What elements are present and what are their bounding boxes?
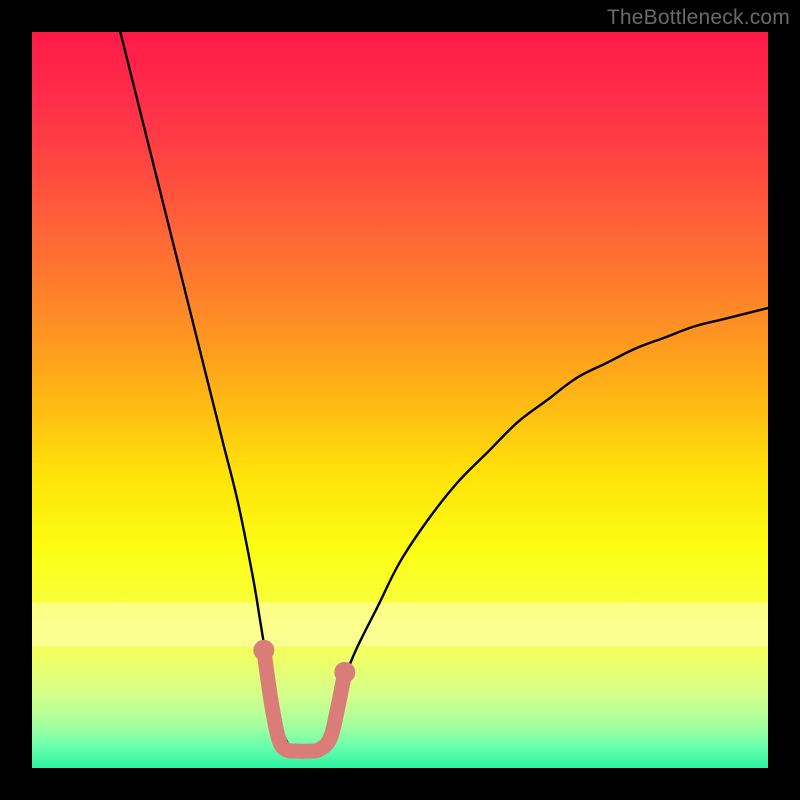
curve-layer <box>32 32 768 768</box>
watermark-text: TheBottleneck.com <box>607 6 790 30</box>
plot-area <box>32 32 768 768</box>
frame-border-right <box>768 0 800 800</box>
highlight-end-dot <box>334 662 355 683</box>
highlight-end-dot <box>253 640 274 661</box>
bottleneck-curve <box>120 32 768 754</box>
frame-border-left <box>0 0 32 800</box>
optimal-range-marker <box>253 640 355 752</box>
frame-border-bottom <box>0 768 800 800</box>
